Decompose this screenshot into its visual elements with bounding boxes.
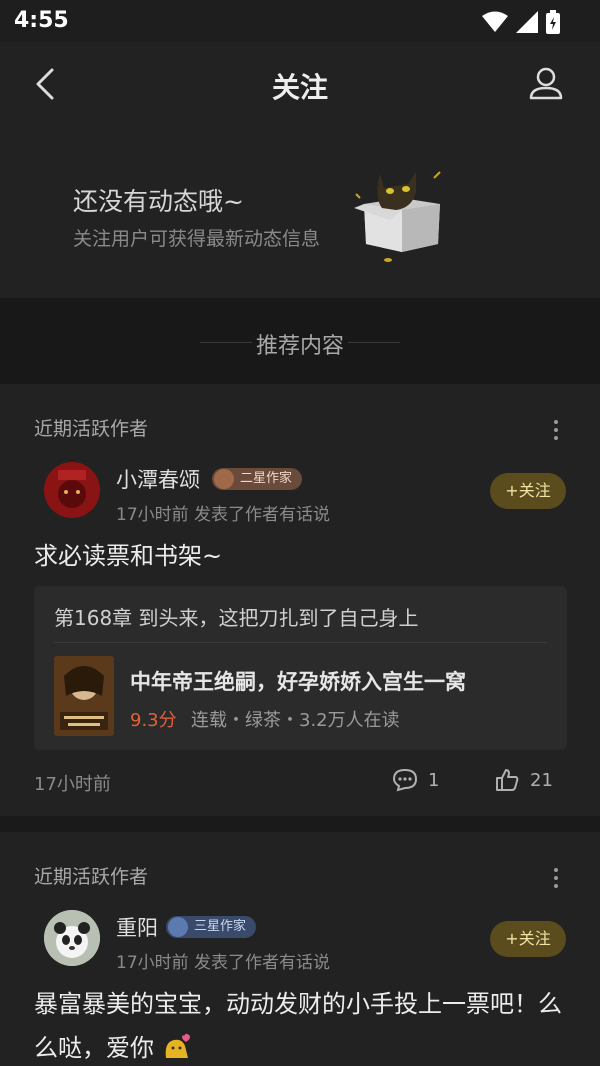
medal-icon: [214, 469, 234, 489]
divider-right: [348, 342, 400, 343]
comment-icon: [392, 768, 418, 792]
empty-state: 还没有动态哦~ 关注用户可获得最新动态信息: [0, 126, 600, 298]
quoted-book-card[interactable]: 第168章 到头来，这把刀扎到了自己身上 中年帝王绝嗣，好孕娇娇入宫生一窝 9.…: [34, 586, 567, 750]
empty-state-subtext: 关注用户可获得最新动态信息: [73, 228, 321, 250]
status-icons: [482, 10, 560, 34]
author-badge: 三星作家: [166, 916, 257, 938]
post-meta: 17小时前 发表了作者有话说: [116, 505, 331, 525]
post-time: 17小时前: [34, 774, 111, 795]
author-name[interactable]: 小潭春颂: [116, 464, 200, 494]
wifi-icon: [482, 11, 508, 32]
quote-divider: [54, 642, 547, 643]
card-separator: [0, 816, 600, 832]
post-text[interactable]: 求必读票和书架~: [34, 534, 574, 578]
post-meta: 17小时前 发表了作者有话说: [116, 953, 331, 973]
medal-icon: [168, 917, 188, 937]
author-name[interactable]: 重阳: [116, 912, 158, 942]
book-cover: [54, 656, 114, 736]
avatar[interactable]: [44, 910, 100, 966]
follow-button[interactable]: +关注: [490, 921, 566, 957]
book-score: 9.3分: [130, 710, 177, 731]
comment-button[interactable]: 1: [392, 768, 439, 792]
page-title: 关注: [271, 71, 328, 104]
author-badge-label: 二星作家: [240, 471, 293, 486]
more-options-icon[interactable]: [554, 868, 560, 892]
follow-button[interactable]: +关注: [490, 473, 566, 509]
author-avatar-image: [44, 910, 100, 966]
blushing-emoji-icon: [165, 1033, 190, 1058]
empty-state-headline: 还没有动态哦~: [73, 187, 244, 216]
comment-count: 1: [428, 769, 440, 791]
author-badge-label: 三星作家: [194, 919, 247, 934]
post-text[interactable]: 暴富暴美的宝宝，动动发财的小手投上一票吧！么么哒，爱你: [34, 982, 574, 1066]
section-label: 近期活跃作者: [34, 866, 149, 888]
author-badge: 二星作家: [212, 468, 303, 490]
thumbs-up-icon: [496, 769, 519, 791]
post-card: 近期活跃作者 小潭春颂 二星作家 17小时前 发表了作者有话说 +关注 求必读票…: [0, 384, 600, 816]
book-title: 中年帝王绝嗣，好孕娇娇入宫生一窝: [130, 670, 466, 694]
signal-icon: [516, 11, 538, 33]
post-card: 近期活跃作者 重阳 三星作家 17小时前 发表了作者有话说 +关注 暴富暴美的宝…: [0, 832, 600, 1066]
cat-in-box-illustration: [354, 171, 441, 262]
status-bar: 4:55: [0, 0, 600, 42]
chapter-title: 第168章 到头来，这把刀扎到了自己身上: [54, 606, 419, 630]
like-button[interactable]: 21: [494, 768, 553, 792]
nav-bar: 关注: [0, 42, 600, 126]
user-profile-icon[interactable]: [528, 64, 564, 104]
like-count: 21: [530, 769, 553, 791]
post-text-content: 暴富暴美的宝宝，动动发财的小手投上一票吧！么么哒，爱你: [34, 990, 562, 1062]
section-label: 近期活跃作者: [34, 418, 149, 440]
author-avatar-image: [44, 462, 100, 518]
status-time: 4:55: [14, 8, 69, 33]
more-options-icon[interactable]: [554, 420, 560, 444]
avatar[interactable]: [44, 462, 100, 518]
book-meta: 连载・绿茶・3.2万人在读: [191, 710, 400, 731]
battery-icon: [546, 10, 560, 34]
recommend-header: 推荐内容: [0, 298, 600, 384]
recommend-label: 推荐内容: [255, 334, 344, 359]
